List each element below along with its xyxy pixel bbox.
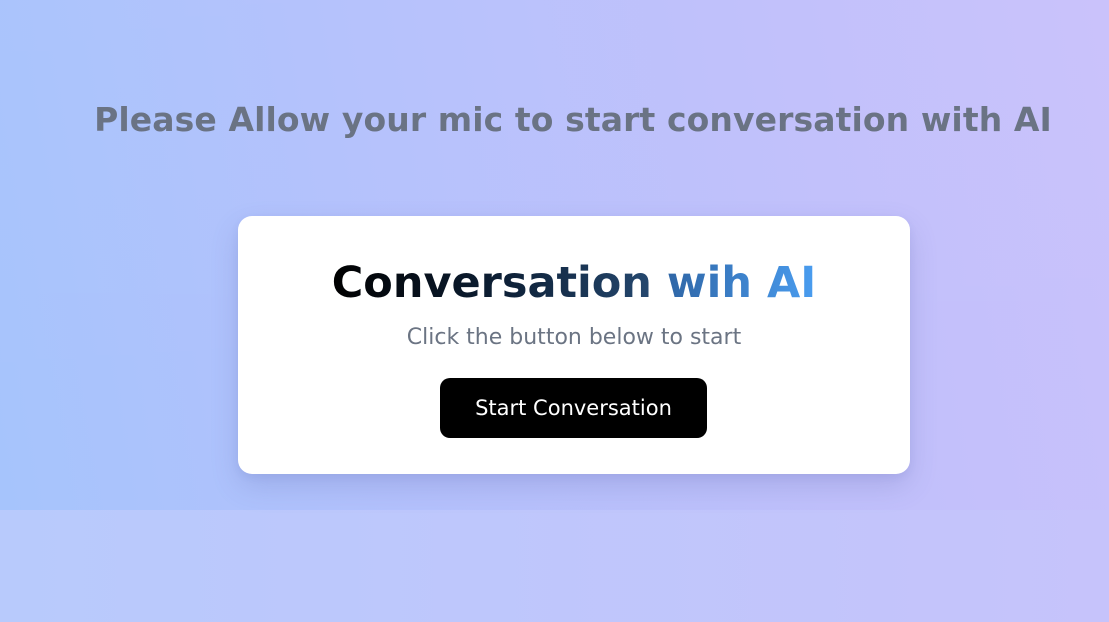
- card-subtitle: Click the button below to start: [406, 325, 742, 350]
- card-title: Conversation wih AI: [238, 257, 910, 309]
- conversation-card: Conversation wih AI Click the button bel…: [238, 216, 910, 474]
- start-conversation-button[interactable]: Start Conversation: [440, 378, 707, 438]
- card-title-main: Conversation: [331, 258, 652, 308]
- mic-permission-notice: Please Allow your mic to start conversat…: [94, 100, 1052, 139]
- card-title-accent: wih AI: [666, 258, 817, 308]
